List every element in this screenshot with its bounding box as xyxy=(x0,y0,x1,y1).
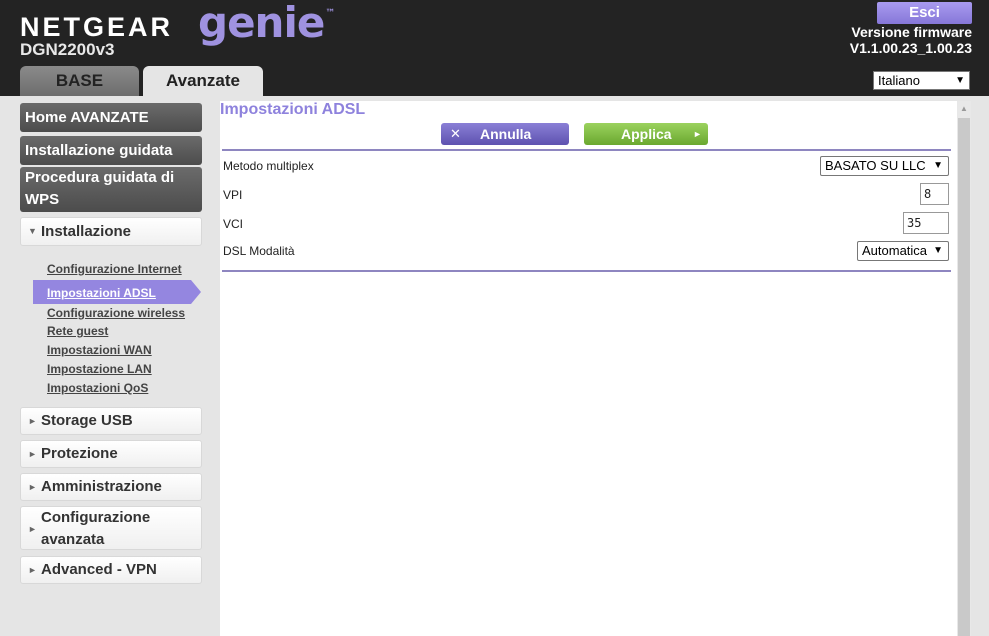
firmware-label: Versione firmware xyxy=(851,24,972,40)
genie-logo: genie™ xyxy=(198,0,335,47)
dsl-mode-label: DSL Modalità xyxy=(223,244,295,258)
chevron-right-icon: ► xyxy=(28,482,37,492)
sidebar-item-advanced-vpn[interactable]: ► Advanced - VPN xyxy=(20,556,202,584)
sidebar-link-adsl-settings[interactable]: Impostazioni ADSL xyxy=(47,286,156,300)
multiplex-label: Metodo multiplex xyxy=(223,159,314,173)
sidebar-link-lan-setup[interactable]: Impostazione LAN xyxy=(47,362,152,376)
apply-button-label: Applica xyxy=(621,126,672,142)
genie-logo-text: genie xyxy=(198,0,325,47)
dsl-mode-select[interactable]: Automatica ▼ xyxy=(857,241,949,261)
language-select-value: Italiano xyxy=(878,73,920,88)
sidebar-item-label: Procedura guidata di xyxy=(25,169,175,186)
sidebar-item-label: Installazione xyxy=(41,223,132,240)
sidebar-item-usb-storage[interactable]: ► Storage USB xyxy=(20,407,202,435)
sidebar-item-administration[interactable]: ► Amministrazione xyxy=(20,473,202,501)
chevron-down-icon: ▼ xyxy=(933,160,943,171)
chevron-down-icon: ▼ xyxy=(933,245,943,256)
sidebar-item-advanced-setup[interactable]: ► Configurazione avanzata xyxy=(20,506,202,550)
sidebar-item-label: avanzata xyxy=(41,531,105,548)
sidebar-link-guest-network[interactable]: Rete guest xyxy=(47,324,108,338)
vpi-input[interactable] xyxy=(920,183,949,205)
cancel-button[interactable]: ✕ Annulla xyxy=(441,123,569,145)
sidebar-item-setup[interactable]: ▼ Installazione xyxy=(20,217,202,246)
active-item-pointer xyxy=(191,280,201,304)
vci-label: VCI xyxy=(223,217,244,231)
sidebar-item-wps-wizard[interactable]: Procedura guidata di WPS xyxy=(20,167,202,212)
router-model: DGN2200v3 xyxy=(20,40,115,59)
close-icon: ✕ xyxy=(450,126,461,141)
page-title: Impostazioni ADSL xyxy=(220,101,366,118)
vertical-scrollbar[interactable]: ▲ xyxy=(957,101,971,636)
sidebar-item-label: Amministrazione xyxy=(41,478,162,495)
sidebar-item-label: Storage USB xyxy=(41,412,133,429)
sidebar-link-wan-setup[interactable]: Impostazioni WAN xyxy=(47,343,152,357)
sidebar-item-label: Advanced - VPN xyxy=(41,561,157,578)
firmware-version: V1.1.00.23_1.00.23 xyxy=(849,40,972,56)
tab-advanced[interactable]: Avanzate xyxy=(143,66,263,96)
chevron-right-icon: ► xyxy=(28,416,37,426)
apply-button[interactable]: Applica ► xyxy=(584,123,708,145)
cancel-button-label: Annulla xyxy=(480,126,532,142)
chevron-down-icon: ▼ xyxy=(28,226,37,236)
header: NETGEAR genie™ DGN2200v3 Esci Versione f… xyxy=(0,0,989,96)
vpi-label: VPI xyxy=(223,188,243,202)
chevron-down-icon: ▼ xyxy=(955,75,965,86)
trademark-mark: ™ xyxy=(325,8,335,19)
sidebar-item-label: Configurazione xyxy=(41,509,151,526)
sidebar-link-wireless-setup[interactable]: Configurazione wireless xyxy=(47,306,185,320)
chevron-right-icon: ► xyxy=(28,565,37,575)
sidebar-item-label: Home AVANZATE xyxy=(25,109,149,126)
logout-button[interactable]: Esci xyxy=(877,2,972,24)
chevron-right-icon: ► xyxy=(28,449,37,459)
chevron-right-icon: ► xyxy=(28,524,37,534)
page-margin xyxy=(971,96,989,636)
sidebar-item-label: Installazione guidata xyxy=(25,142,173,159)
language-select[interactable]: Italiano ▼ xyxy=(873,71,970,90)
scroll-up-icon[interactable]: ▲ xyxy=(957,101,971,117)
divider-bottom xyxy=(222,270,951,272)
divider-top xyxy=(222,149,951,151)
tab-base[interactable]: BASE xyxy=(20,66,139,96)
dsl-mode-select-value: Automatica xyxy=(862,243,928,258)
sidebar: Home AVANZATE Installazione guidata Proc… xyxy=(0,96,220,636)
sidebar-link-internet-setup[interactable]: Configurazione Internet xyxy=(47,262,182,276)
sidebar-item-label: Protezione xyxy=(41,445,118,462)
multiplex-select-value: BASATO SU LLC xyxy=(825,158,926,173)
sidebar-item-home-advanced[interactable]: Home AVANZATE xyxy=(20,103,202,132)
sidebar-link-qos-setup[interactable]: Impostazioni QoS xyxy=(47,381,148,395)
multiplex-select[interactable]: BASATO SU LLC ▼ xyxy=(820,156,949,176)
sidebar-item-setup-wizard[interactable]: Installazione guidata xyxy=(20,136,202,165)
scrollbar-thumb[interactable] xyxy=(958,118,970,636)
netgear-logo: NETGEAR xyxy=(20,12,174,42)
sidebar-item-security[interactable]: ► Protezione xyxy=(20,440,202,468)
arrow-right-icon: ► xyxy=(693,129,702,139)
vci-input[interactable] xyxy=(903,212,949,234)
main-content: Impostazioni ADSL ✕ Annulla Applica ► Me… xyxy=(220,101,957,636)
sidebar-item-label: WPS xyxy=(25,191,60,208)
